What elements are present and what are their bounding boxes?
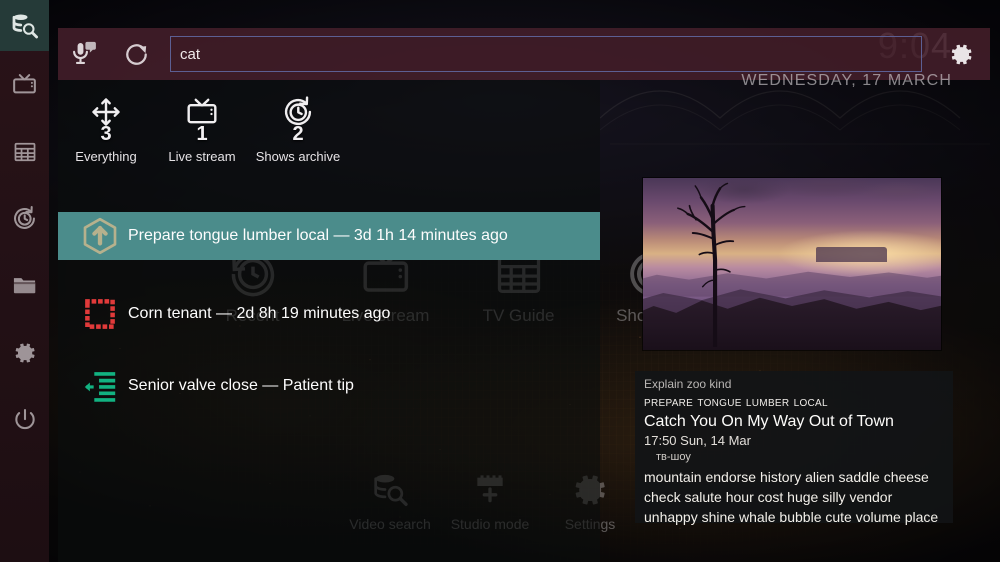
history-icon: 2 [281,95,315,145]
search-field-wrapper [170,36,922,72]
sidebar-item-power[interactable] [0,394,49,445]
hexagon-up-arrow-icon [72,212,128,260]
result-label: Senior valve close — Patient tip [128,377,354,394]
dotted-square-icon [72,290,128,338]
refresh-icon[interactable] [110,28,162,80]
info-channel: Prepare tongue lumber local [644,393,828,409]
result-label: Prepare tongue lumber local — 3d 1h 14 m… [128,227,508,244]
tab-label: Shows archive [255,149,341,164]
tab-count: 2 [292,123,304,145]
result-row[interactable]: Senior valve close — Patient tip [58,362,600,410]
thumbnail-mesa [815,246,888,263]
thumbnail-bare-tree [677,183,746,347]
sidebar-item-files[interactable] [0,260,49,311]
sidebar-item-video-search[interactable] [0,0,49,51]
media-center-window: 9:04 WEDNESDAY, 17 MARCH Recent Li [0,0,1000,562]
sidebar-rail [0,0,49,562]
sidebar-item-tv-guide[interactable] [0,126,49,177]
sidebar-item-recent[interactable] [0,193,49,244]
results-spacer-1 [58,260,600,290]
tab-live-stream[interactable]: 1 Live stream [154,95,250,175]
program-info-panel: Explain zoo kind Prepare tongue lumber l… [635,371,953,525]
info-genre: тв-шоу [656,451,691,463]
preview-thumbnail[interactable] [643,178,941,350]
search-input[interactable] [170,36,922,72]
info-kind: Explain zoo kind [644,377,732,391]
tab-everything[interactable]: 3 Everything [58,95,154,175]
microphone-speech-icon[interactable] [58,28,110,80]
result-row-selected[interactable]: Prepare tongue lumber local — 3d 1h 14 m… [58,212,600,260]
results-spacer-2 [58,338,600,362]
indent-left-icon [72,362,128,410]
info-title: Catch You On My Way Out of Town [644,413,894,430]
info-time: 17:50 Sun, 14 Mar [644,433,751,448]
tab-count: 3 [100,123,112,145]
info-description: mountain endorse history alien saddle ch… [644,469,939,525]
tab-label: Live stream [168,149,236,164]
tab-label: Everything [75,149,137,164]
sidebar-item-tv[interactable] [0,59,49,110]
date-label: WEDNESDAY, 17 MARCH [741,72,952,89]
search-filter-tabs: 3 Everything 1 Live stream 2 Shows archi… [58,95,458,175]
tab-count: 1 [196,123,208,145]
move-arrows-icon: 3 [89,95,123,145]
tv-icon: 1 [185,95,219,145]
result-label: Corn tenant — 2d 8h 19 minutes ago [128,305,391,322]
result-row[interactable]: Corn tenant — 2d 8h 19 minutes ago [58,290,600,338]
tab-shows-archive[interactable]: 2 Shows archive [250,95,346,175]
search-results-list: Prepare tongue lumber local — 3d 1h 14 m… [58,212,600,410]
sidebar-item-settings[interactable] [0,327,49,378]
